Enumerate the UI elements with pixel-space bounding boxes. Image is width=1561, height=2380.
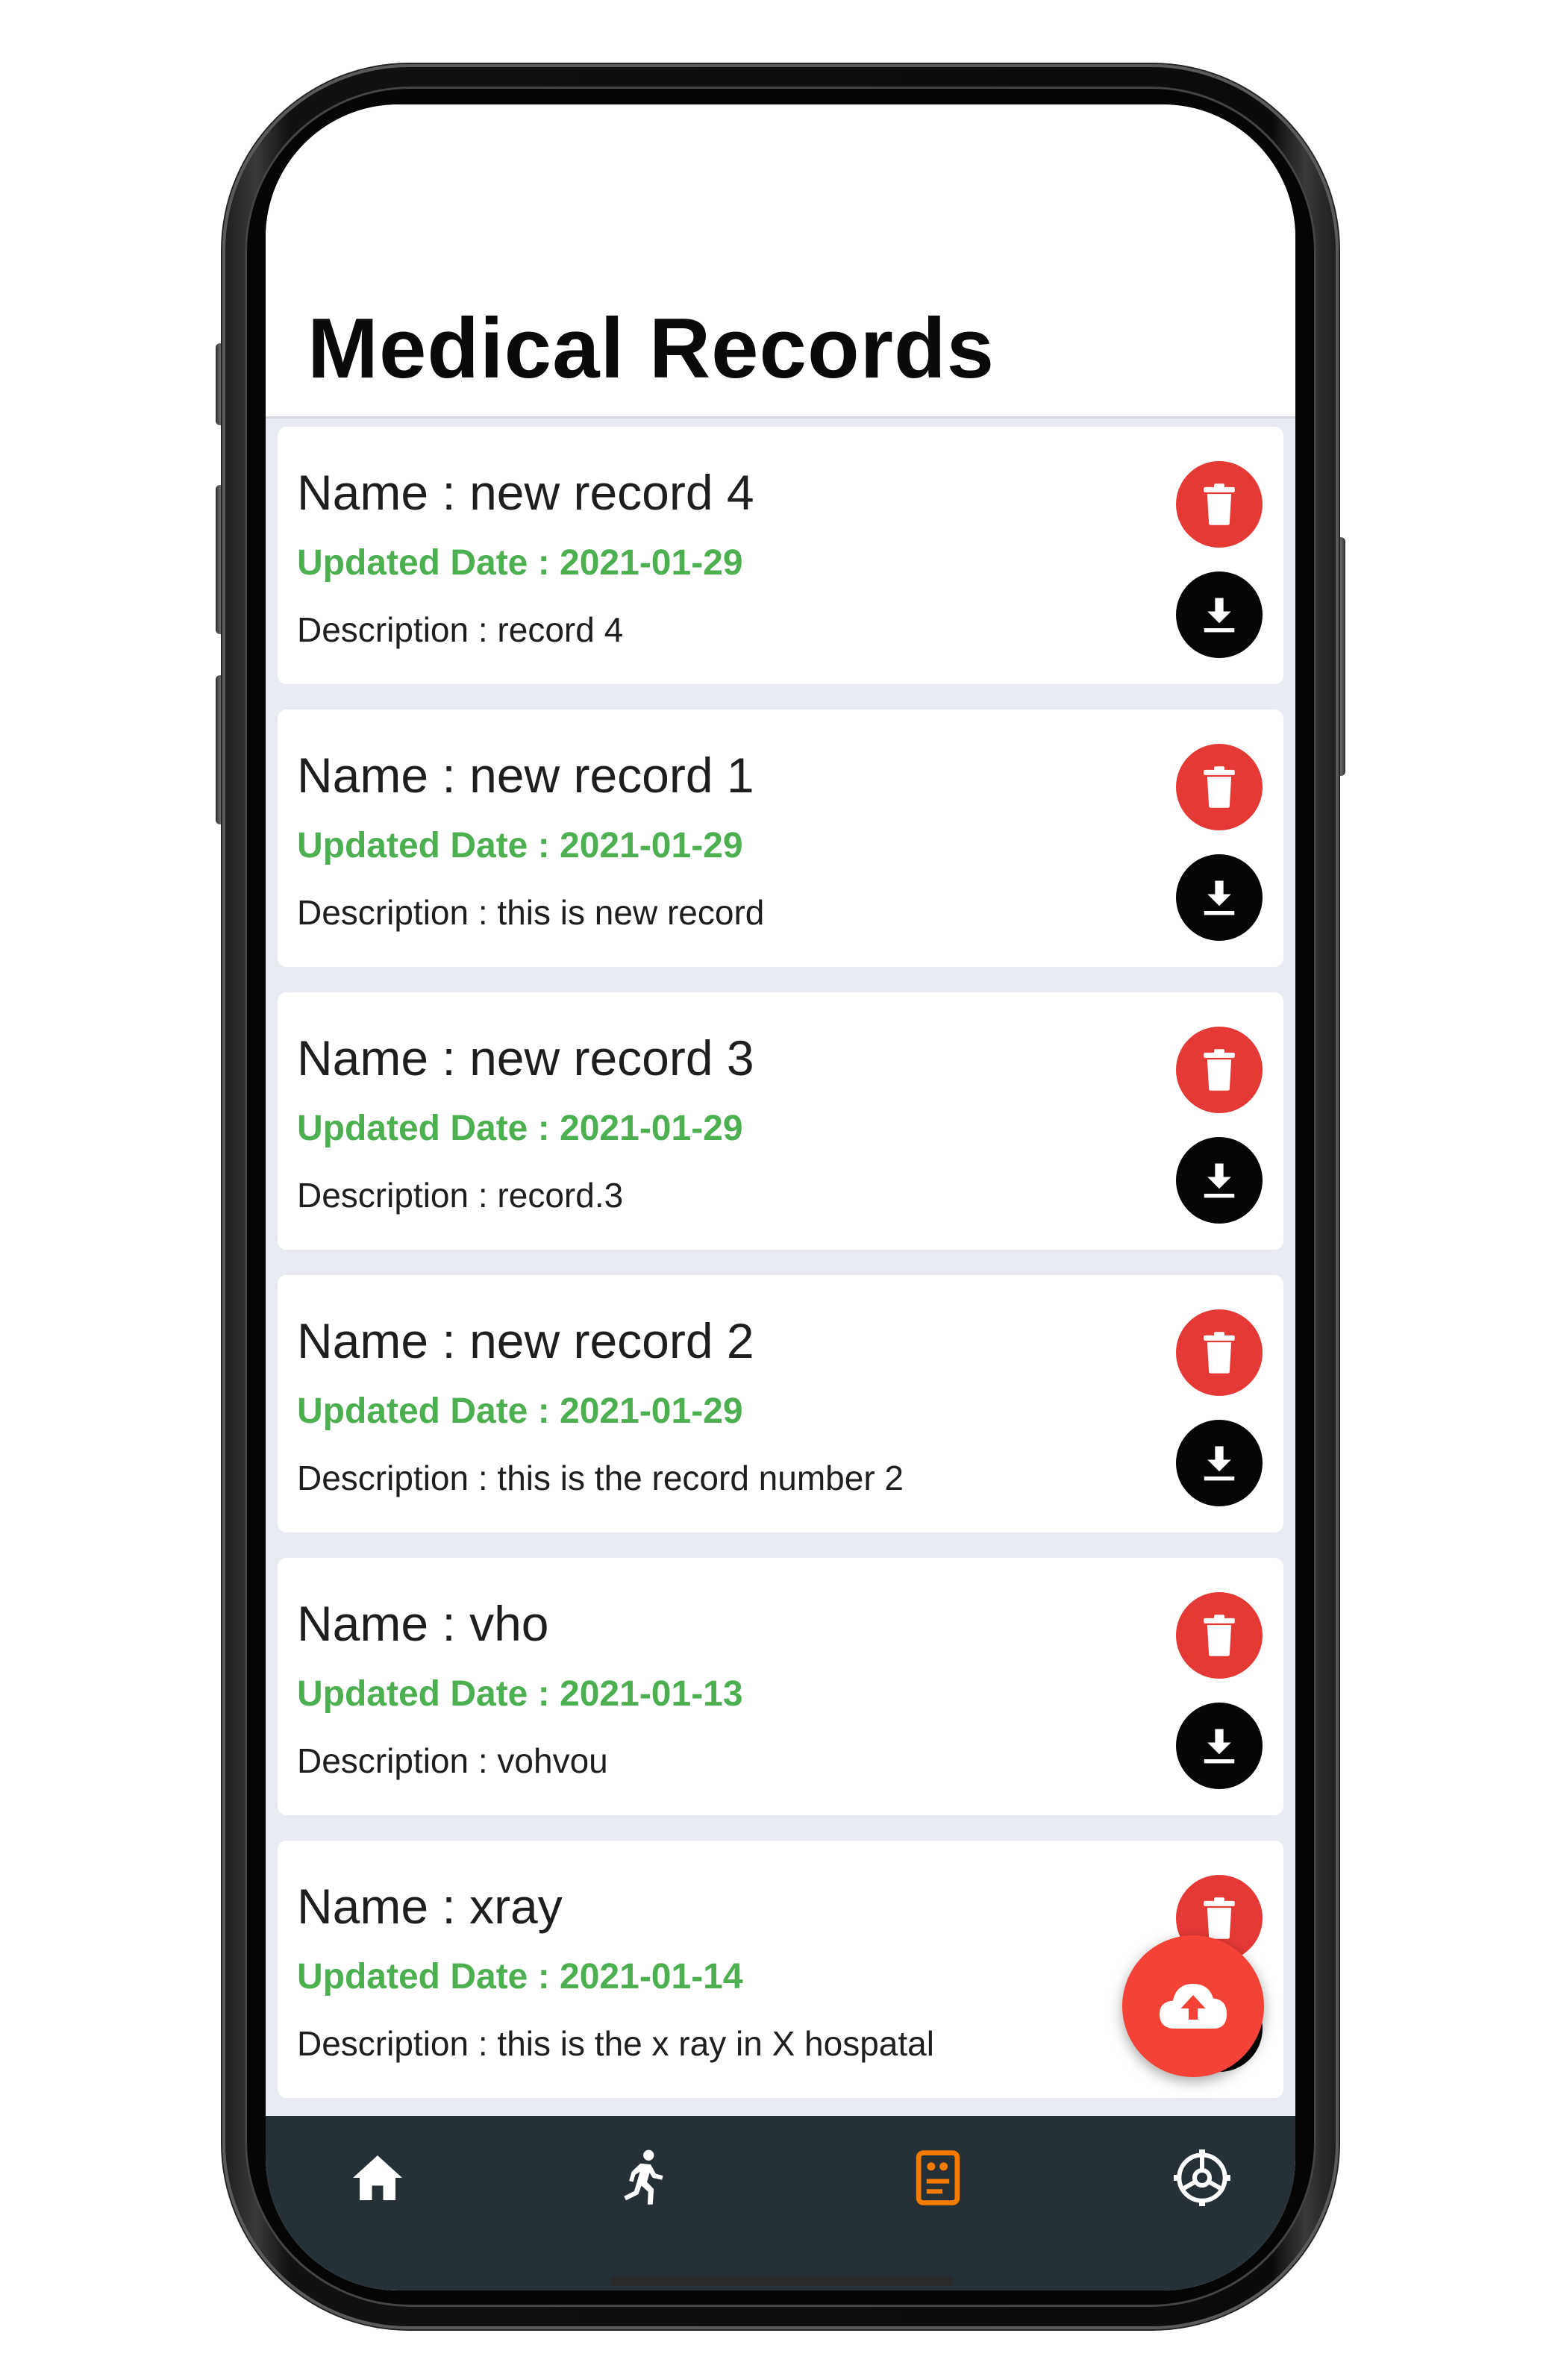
- phone-mockup: Medical Records Name : new record 4 Upda…: [0, 0, 1561, 2380]
- cloud-upload-icon: [1160, 1984, 1227, 2029]
- bottom-navigation: [266, 2116, 1295, 2290]
- trash-icon: [1204, 766, 1235, 808]
- download-icon: [1204, 598, 1235, 633]
- record-card[interactable]: Name : vho Updated Date : 2021-01-13 Des…: [278, 1558, 1283, 1815]
- record-description: Description : record.3: [297, 1176, 624, 1215]
- record-updated-date: Updated Date : 2021-01-14: [297, 1957, 743, 1997]
- nav-activity[interactable]: [601, 2137, 683, 2219]
- app-header: Medical Records: [266, 104, 1295, 419]
- delete-record-button[interactable]: [1176, 1592, 1263, 1679]
- record-name: Name : new record 3: [297, 1030, 754, 1086]
- delete-record-button[interactable]: [1176, 461, 1263, 548]
- trash-icon: [1204, 1049, 1235, 1091]
- record-card[interactable]: Name : new record 3 Updated Date : 2021-…: [278, 992, 1283, 1250]
- record-updated-date: Updated Date : 2021-01-13: [297, 1674, 743, 1714]
- record-card[interactable]: Name : new record 2 Updated Date : 2021-…: [278, 1275, 1283, 1532]
- delete-record-button[interactable]: [1176, 744, 1263, 830]
- records-list[interactable]: Name : new record 4 Updated Date : 2021-…: [278, 427, 1283, 2123]
- nav-settings[interactable]: [1161, 2137, 1243, 2219]
- record-description: Description : this is the x ray in X hos…: [297, 2024, 934, 2063]
- record-card[interactable]: Name : new record 1 Updated Date : 2021-…: [278, 710, 1283, 967]
- trash-icon: [1204, 483, 1235, 525]
- record-updated-date: Updated Date : 2021-01-29: [297, 1391, 743, 1431]
- download-record-button[interactable]: [1176, 571, 1263, 658]
- trash-icon: [1204, 1332, 1235, 1374]
- download-icon: [1204, 880, 1235, 915]
- record-updated-date: Updated Date : 2021-01-29: [297, 1109, 743, 1148]
- record-description: Description : record 4: [297, 610, 624, 649]
- upload-record-fab[interactable]: [1122, 1935, 1264, 2077]
- home-icon: [353, 2155, 402, 2200]
- download-record-button[interactable]: [1176, 854, 1263, 941]
- record-updated-date: Updated Date : 2021-01-29: [297, 826, 743, 865]
- record-name: Name : xray: [297, 1879, 563, 1934]
- nav-records[interactable]: [897, 2137, 979, 2219]
- page-title: Medical Records: [307, 301, 995, 396]
- record-card[interactable]: Name : new record 4 Updated Date : 2021-…: [278, 427, 1283, 684]
- download-icon: [1204, 1163, 1235, 1198]
- download-icon: [1204, 1729, 1235, 1764]
- download-icon: [1204, 1446, 1235, 1481]
- record-description: Description : vohvou: [297, 1741, 608, 1780]
- trash-icon: [1204, 1615, 1235, 1656]
- record-name: Name : new record 2: [297, 1313, 754, 1368]
- record-name: Name : new record 4: [297, 465, 754, 520]
- record-description: Description : this is the record number …: [297, 1459, 904, 1497]
- records-icon: [916, 2150, 960, 2205]
- running-person-icon: [624, 2149, 663, 2205]
- record-name: Name : new record 1: [297, 748, 754, 803]
- delete-record-button[interactable]: [1176, 1027, 1263, 1113]
- settings-gear-icon: [1174, 2149, 1230, 2206]
- app-screen: Medical Records Name : new record 4 Upda…: [266, 104, 1295, 2290]
- record-updated-date: Updated Date : 2021-01-29: [297, 543, 743, 583]
- download-record-button[interactable]: [1176, 1703, 1263, 1789]
- record-description: Description : this is new record: [297, 893, 765, 932]
- delete-record-button[interactable]: [1176, 1309, 1263, 1396]
- download-record-button[interactable]: [1176, 1420, 1263, 1506]
- nav-home[interactable]: [337, 2137, 419, 2219]
- home-indicator[interactable]: [610, 2277, 954, 2286]
- trash-icon: [1204, 1897, 1235, 1939]
- download-record-button[interactable]: [1176, 1137, 1263, 1224]
- record-name: Name : vho: [297, 1596, 549, 1651]
